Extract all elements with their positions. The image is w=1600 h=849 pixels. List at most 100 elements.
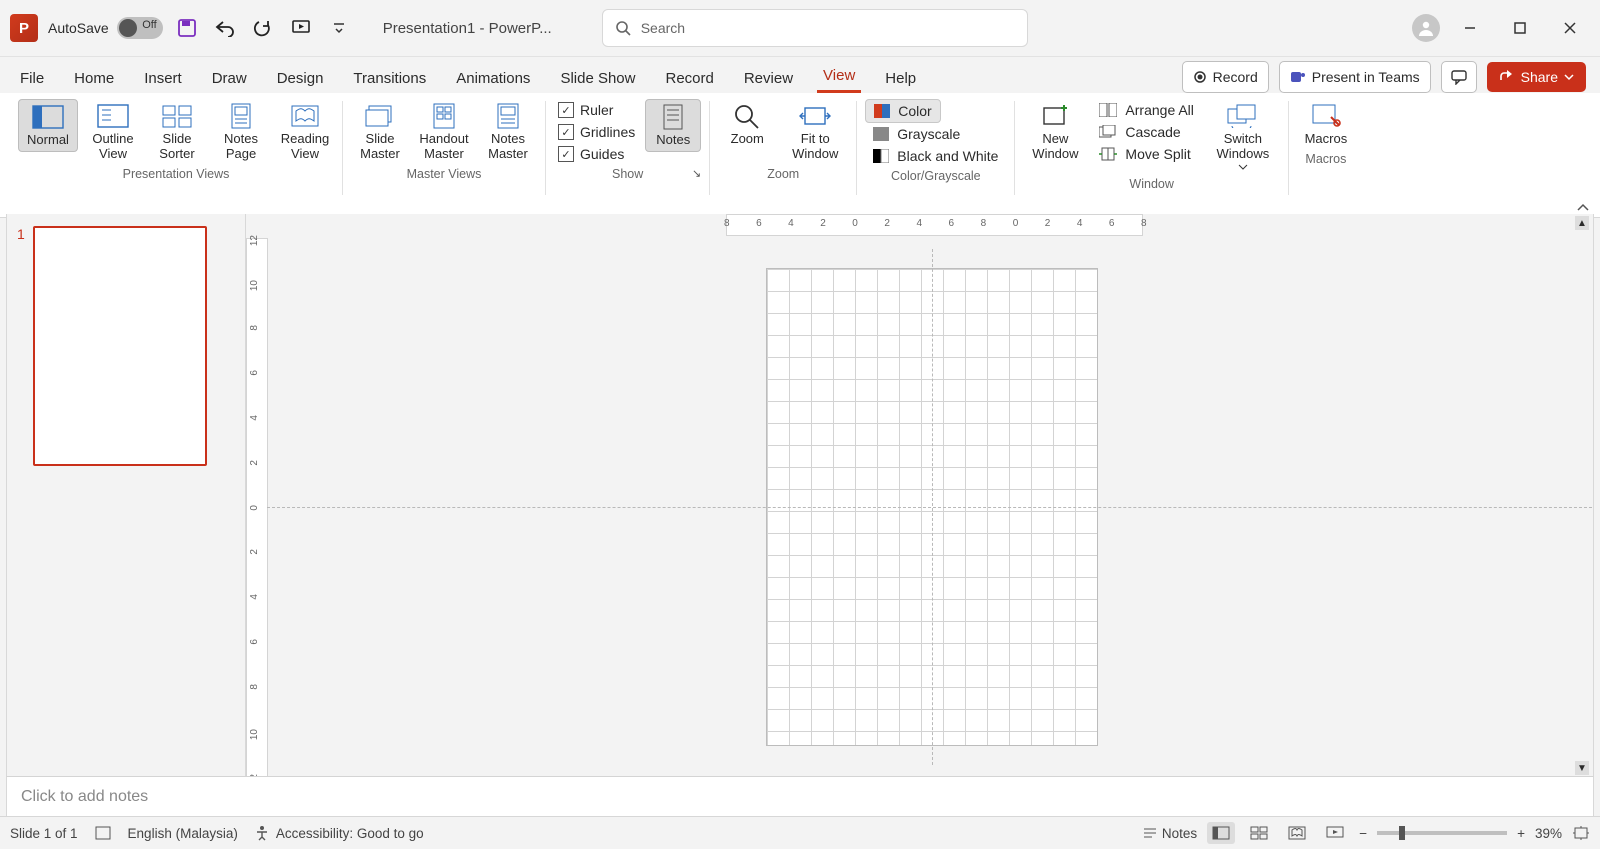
vertical-guide[interactable] <box>932 249 933 765</box>
notes-toggle-button[interactable]: Notes <box>645 99 701 152</box>
slideshow-status-button[interactable] <box>1321 822 1349 844</box>
group-label-colorgs: Color/Grayscale <box>865 167 1006 187</box>
tab-view[interactable]: View <box>817 63 861 93</box>
share-icon <box>1499 70 1515 84</box>
minimize-button[interactable] <box>1450 14 1490 42</box>
thumbnail-pane[interactable]: 1 <box>7 214 246 777</box>
tab-transitions[interactable]: Transitions <box>347 66 432 93</box>
sorter-view-status-button[interactable] <box>1245 822 1273 844</box>
account-avatar[interactable] <box>1412 14 1440 42</box>
search-icon <box>615 20 631 36</box>
notes-pane[interactable]: Click to add notes <box>6 776 1594 817</box>
tab-record[interactable]: Record <box>659 66 719 93</box>
slide-thumbnail-1[interactable] <box>33 226 207 466</box>
present-teams-label: Present in Teams <box>1312 69 1420 85</box>
horizontal-ruler[interactable]: 86420246802468 <box>726 214 1143 236</box>
status-language[interactable]: English (Malaysia) <box>128 826 238 841</box>
normal-view-button[interactable]: Normal <box>18 99 78 152</box>
slide-sorter-label: Slide Sorter <box>150 131 204 161</box>
gridlines-checkbox[interactable]: ✓Gridlines <box>554 121 639 143</box>
comments-button[interactable] <box>1441 61 1477 93</box>
handout-master-button[interactable]: Handout Master <box>415 99 473 165</box>
autosave-toggle[interactable]: Off <box>117 17 163 39</box>
quick-access-customize[interactable] <box>325 14 353 42</box>
macros-icon <box>1310 103 1342 129</box>
handout-master-label: Handout Master <box>417 131 471 161</box>
present-teams-button[interactable]: Present in Teams <box>1279 61 1431 93</box>
close-button[interactable] <box>1550 14 1590 42</box>
grayscale-swatch-icon <box>873 127 889 141</box>
tab-file[interactable]: File <box>14 66 50 93</box>
arrange-all-button[interactable]: Arrange All <box>1093 99 1199 121</box>
zoom-slider[interactable] <box>1377 831 1507 835</box>
cascade-icon <box>1099 125 1117 139</box>
search-placeholder: Search <box>641 20 685 36</box>
zoom-label: Zoom <box>731 131 764 146</box>
move-split-label: Move Split <box>1125 146 1190 162</box>
zoom-in-button[interactable]: + <box>1517 826 1525 841</box>
guides-checkbox[interactable]: ✓Guides <box>554 143 639 165</box>
new-window-button[interactable]: New Window <box>1023 99 1087 165</box>
record-button[interactable]: Record <box>1182 61 1269 93</box>
ribbon-collapse-button[interactable] <box>1576 203 1590 213</box>
switch-windows-label: Switch Windows <box>1208 131 1278 161</box>
slide-canvas-area[interactable] <box>270 236 1593 777</box>
fit-to-window-icon <box>799 103 831 129</box>
slide-master-button[interactable]: Slide Master <box>351 99 409 165</box>
tab-review[interactable]: Review <box>738 66 799 93</box>
tab-help[interactable]: Help <box>879 66 922 93</box>
normal-view-status-button[interactable] <box>1207 822 1235 844</box>
fit-to-window-status-button[interactable] <box>1572 825 1590 841</box>
slide-canvas[interactable] <box>766 268 1098 746</box>
reading-view-status-button[interactable] <box>1283 822 1311 844</box>
tab-animations[interactable]: Animations <box>450 66 536 93</box>
zoom-level[interactable]: 39% <box>1535 826 1562 841</box>
status-accessibility-label: Accessibility: Good to go <box>276 826 424 841</box>
color-mode-button[interactable]: Color <box>865 99 940 123</box>
move-split-button[interactable]: Move Split <box>1093 143 1199 165</box>
group-presentation-views: Normal Outline View Slide Sorter Notes P… <box>10 97 342 217</box>
scroll-down-button[interactable]: ▼ <box>1575 761 1589 775</box>
zoom-out-button[interactable]: − <box>1359 826 1367 841</box>
notes-master-button[interactable]: Notes Master <box>479 99 537 165</box>
search-input[interactable]: Search <box>602 9 1028 47</box>
vertical-ruler[interactable]: 12108642024681012 <box>246 238 268 777</box>
maximize-button[interactable] <box>1500 14 1540 42</box>
tab-insert[interactable]: Insert <box>138 66 188 93</box>
fit-to-window-button[interactable]: Fit to Window <box>782 99 848 165</box>
show-dialog-launcher[interactable]: ↘ <box>692 167 701 180</box>
grayscale-mode-button[interactable]: Grayscale <box>865 123 968 145</box>
cascade-label: Cascade <box>1125 124 1180 140</box>
new-window-icon <box>1039 103 1071 129</box>
group-show: ✓Ruler ✓Gridlines ✓Guides Notes Show↘ <box>546 97 709 217</box>
horizontal-guide[interactable] <box>267 507 1594 508</box>
scroll-up-button[interactable]: ▲ <box>1575 216 1589 230</box>
status-slide-number[interactable]: Slide 1 of 1 <box>10 826 78 841</box>
autosave-control[interactable]: AutoSave Off <box>48 17 163 39</box>
reading-view-button[interactable]: Reading View <box>276 99 334 165</box>
spellcheck-icon[interactable] <box>94 825 112 841</box>
bw-mode-button[interactable]: Black and White <box>865 145 1006 167</box>
group-color-grayscale: Color Grayscale Black and White Color/Gr… <box>857 97 1014 217</box>
undo-button[interactable] <box>211 14 239 42</box>
share-button[interactable]: Share <box>1487 62 1586 92</box>
status-notes-button[interactable]: Notes <box>1142 826 1197 841</box>
outline-view-button[interactable]: Outline View <box>84 99 142 165</box>
notes-page-button[interactable]: Notes Page <box>212 99 270 165</box>
ruler-checkbox[interactable]: ✓Ruler <box>554 99 639 121</box>
tab-home[interactable]: Home <box>68 66 120 93</box>
slideshow-from-start-button[interactable] <box>287 14 315 42</box>
save-button[interactable] <box>173 14 201 42</box>
slide-sorter-button[interactable]: Slide Sorter <box>148 99 206 165</box>
tab-draw[interactable]: Draw <box>206 66 253 93</box>
cascade-button[interactable]: Cascade <box>1093 121 1199 143</box>
tab-design[interactable]: Design <box>271 66 330 93</box>
notes-master-icon <box>492 103 524 129</box>
tab-slide-show[interactable]: Slide Show <box>554 66 641 93</box>
zoom-button[interactable]: Zoom <box>718 99 776 150</box>
status-accessibility[interactable]: Accessibility: Good to go <box>254 825 424 841</box>
macros-button[interactable]: Macros <box>1297 99 1355 150</box>
switch-windows-button[interactable]: Switch Windows <box>1206 99 1280 175</box>
app-icon: P <box>10 14 38 42</box>
redo-button[interactable] <box>249 14 277 42</box>
